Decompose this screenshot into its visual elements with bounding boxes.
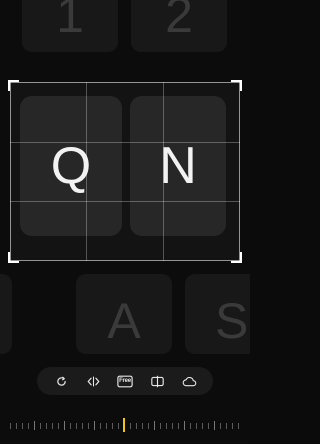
crop-editor-screen: 1 2 A S Q N Free <box>0 0 250 444</box>
ruler-tick <box>196 423 197 429</box>
angle-ruler[interactable] <box>0 414 250 436</box>
ruler-tick <box>76 423 77 429</box>
ruler-tick <box>70 423 71 429</box>
background-key-small-left <box>0 274 12 354</box>
ruler-tick <box>184 421 185 430</box>
ruler-tick <box>40 423 41 429</box>
crop-area[interactable]: Q N <box>8 80 242 263</box>
ruler-tick <box>142 423 143 429</box>
ruler-tick <box>226 423 227 429</box>
ruler-tick <box>220 423 221 429</box>
ruler-tick <box>46 423 47 429</box>
ruler-tick <box>232 423 233 429</box>
ruler-indicator <box>123 418 125 432</box>
flip-horizontal-icon <box>87 376 99 386</box>
ruler-tick <box>94 421 95 430</box>
ruler-tick <box>22 423 23 429</box>
background-key-label: 1 <box>56 0 84 43</box>
crop-handle-top-left[interactable] <box>8 80 19 91</box>
mirror-icon <box>150 375 164 387</box>
ruler-tick <box>58 423 59 429</box>
ruler-tick <box>166 423 167 429</box>
grid-line-horizontal-2 <box>10 201 240 202</box>
free-aspect-button[interactable]: Free <box>115 371 135 391</box>
rotate-button[interactable] <box>51 371 71 391</box>
crop-border-bottom <box>10 260 240 261</box>
background-key-a: A <box>76 274 172 354</box>
auto-button[interactable] <box>179 371 199 391</box>
ruler-tick <box>154 421 155 430</box>
ruler-tick <box>112 423 113 429</box>
crop-border-top <box>10 82 240 83</box>
ruler-tick <box>28 423 29 429</box>
ruler-tick <box>160 423 161 429</box>
grid-line-horizontal-1 <box>10 142 240 143</box>
crop-border-left <box>10 82 11 261</box>
background-key-label: 2 <box>165 0 193 43</box>
background-key-2: 2 <box>131 0 227 52</box>
ruler-tick <box>214 421 215 430</box>
crop-border-right <box>239 82 240 261</box>
ruler-tick <box>190 423 191 429</box>
flip-button[interactable] <box>83 371 103 391</box>
ruler-tick <box>10 423 11 429</box>
ruler-tick <box>34 421 35 430</box>
ruler-tick <box>238 423 239 429</box>
ruler-tick <box>172 423 173 429</box>
ruler-tick <box>52 423 53 429</box>
ruler-tick <box>136 423 137 429</box>
cloud-auto-icon <box>182 376 196 386</box>
crop-key-q: Q <box>20 96 122 236</box>
crop-key-n: N <box>130 96 226 236</box>
ruler-tick <box>88 423 89 429</box>
background-key-1: 1 <box>22 0 118 52</box>
ruler-tick <box>100 423 101 429</box>
background-key-label: A <box>107 293 141 349</box>
ruler-tick <box>202 423 203 429</box>
grid-line-vertical-1 <box>86 82 87 261</box>
background-key-s: S <box>185 274 250 354</box>
free-aspect-label: Free <box>119 378 131 384</box>
ruler-tick <box>16 423 17 429</box>
ruler-tick <box>106 423 107 429</box>
crop-handle-top-right[interactable] <box>231 80 242 91</box>
ruler-tick <box>208 423 209 429</box>
ruler-tick <box>82 423 83 429</box>
ruler-tick <box>130 423 131 429</box>
mirror-button[interactable] <box>147 371 167 391</box>
ruler-tick <box>148 423 149 429</box>
ruler-tick <box>118 423 119 429</box>
crop-handle-bottom-left[interactable] <box>8 252 19 263</box>
grid-line-vertical-2 <box>163 82 164 261</box>
crop-key-label: N <box>159 137 197 195</box>
rotate-icon <box>56 376 66 386</box>
crop-handle-bottom-right[interactable] <box>231 252 242 263</box>
ruler-tick <box>178 423 179 429</box>
background-key-label: S <box>215 293 249 349</box>
crop-toolbar: Free <box>37 367 213 395</box>
ruler-tick <box>64 421 65 430</box>
